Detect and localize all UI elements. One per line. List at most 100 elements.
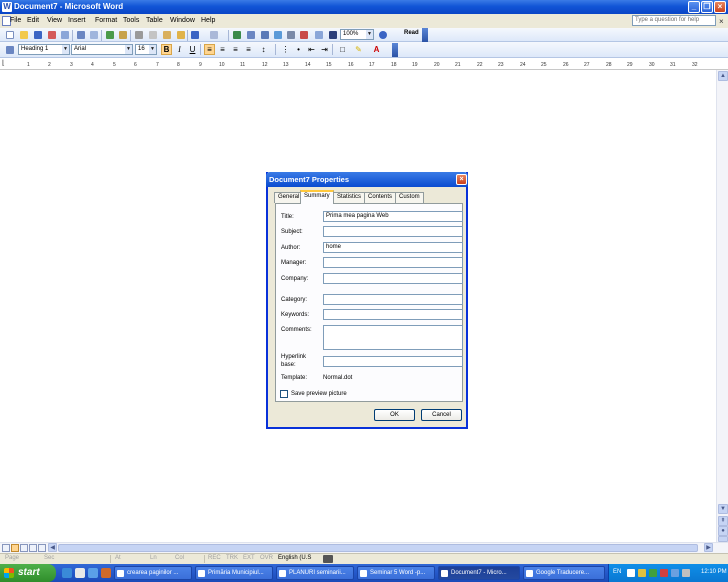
save-icon[interactable] <box>34 31 42 39</box>
task-button[interactable]: PLANURI seminarii... <box>276 566 354 580</box>
previous-page-icon[interactable]: ⇞ <box>718 516 728 526</box>
align-center-button[interactable]: ≡ <box>217 44 228 55</box>
cut-icon[interactable] <box>135 31 143 39</box>
task-button[interactable]: Primăria Municipiul... <box>195 566 273 580</box>
menu-insert[interactable]: Insert <box>68 17 86 24</box>
tab-summary[interactable]: Summary <box>300 190 334 204</box>
menu-window[interactable]: Window <box>170 17 195 24</box>
toolbar-options-icon[interactable] <box>392 43 398 57</box>
scroll-right-icon[interactable]: ▶ <box>704 543 713 552</box>
chevron-down-icon[interactable]: ▼ <box>62 45 69 54</box>
horizontal-scroll-thumb[interactable] <box>58 544 698 552</box>
tab-statistics[interactable]: Statistics <box>333 192 366 203</box>
help-icon[interactable] <box>379 31 387 39</box>
start-button[interactable]: start <box>0 564 56 582</box>
insert-table-icon[interactable] <box>261 31 269 39</box>
bullets-button[interactable]: • <box>293 44 304 55</box>
permission-icon[interactable] <box>48 31 56 39</box>
chevron-down-icon[interactable]: ▼ <box>125 45 132 54</box>
show-hide-icon[interactable] <box>329 31 337 39</box>
read-button[interactable]: Read <box>396 30 419 40</box>
italic-button[interactable]: I <box>174 44 185 55</box>
menu-format[interactable]: Format <box>95 17 117 24</box>
keywords-field[interactable] <box>323 309 463 320</box>
font-size-combo[interactable]: 16 ▼ <box>135 44 157 55</box>
vertical-scrollbar[interactable]: ▲ ▼ ⇞ ● <box>716 70 728 542</box>
scroll-up-icon[interactable]: ▲ <box>718 71 728 81</box>
status-ext[interactable]: EXT <box>243 555 255 561</box>
dialog-close-icon[interactable]: × <box>456 174 467 185</box>
toolbar-options-icon[interactable] <box>422 28 428 42</box>
quicklaunch-media-icon[interactable] <box>101 568 111 578</box>
font-combo[interactable]: Arial ▼ <box>71 44 133 55</box>
manager-field[interactable] <box>323 257 463 268</box>
clock[interactable]: 12:10 PM <box>701 569 727 575</box>
subject-field[interactable] <box>323 226 463 237</box>
print-layout-icon[interactable] <box>20 544 28 552</box>
menu-file[interactable]: File <box>10 17 21 24</box>
drawing-icon[interactable] <box>300 31 308 39</box>
tray-icon[interactable] <box>660 569 668 577</box>
restore-button[interactable]: ❐ <box>701 1 713 13</box>
category-field[interactable] <box>323 294 463 305</box>
title-field[interactable]: Prima mea pagina Web <box>323 211 463 222</box>
undo-icon[interactable] <box>191 31 199 39</box>
quicklaunch-desktop-icon[interactable] <box>75 568 85 578</box>
paste-icon[interactable] <box>163 31 171 39</box>
align-left-button[interactable]: ≡ <box>204 44 215 55</box>
hyperlink-base-field[interactable] <box>323 356 463 367</box>
tray-icon[interactable] <box>671 569 679 577</box>
tab-selector-icon[interactable]: ⌊ <box>2 59 5 67</box>
minimize-button[interactable]: _ <box>688 1 700 13</box>
scroll-left-icon[interactable]: ◀ <box>48 543 57 552</box>
status-ovr[interactable]: OVR <box>260 555 273 561</box>
scroll-down-icon[interactable]: ▼ <box>718 504 728 514</box>
volume-icon[interactable] <box>682 569 690 577</box>
cancel-button[interactable]: Cancel <box>421 409 462 421</box>
chevron-down-icon[interactable]: ▼ <box>366 30 373 39</box>
outline-view-icon[interactable] <box>29 544 37 552</box>
status-language[interactable]: English (U.S <box>278 555 311 561</box>
print-preview-icon[interactable] <box>90 31 98 39</box>
highlight-button[interactable]: ✎ <box>353 44 364 55</box>
line-spacing-button[interactable]: ↕ <box>258 44 269 55</box>
tables-borders-icon[interactable] <box>247 31 255 39</box>
menu-edit[interactable]: Edit <box>27 17 39 24</box>
quicklaunch-browser-icon[interactable] <box>62 568 72 578</box>
spelling-icon[interactable] <box>106 31 114 39</box>
increase-indent-button[interactable]: ⇥ <box>319 44 330 55</box>
browse-object-icon[interactable]: ● <box>718 526 728 536</box>
tab-contents[interactable]: Contents <box>364 192 397 203</box>
format-painter-icon[interactable] <box>177 31 185 39</box>
columns-icon[interactable] <box>287 31 295 39</box>
dialog-title-bar[interactable]: Document7 Properties × <box>266 172 468 187</box>
tray-icon[interactable] <box>638 569 646 577</box>
language-indicator[interactable]: EN <box>613 569 621 575</box>
menu-tools[interactable]: Tools <box>123 17 139 24</box>
help-search-input[interactable]: Type a question for help <box>632 15 716 26</box>
insert-excel-icon[interactable] <box>274 31 282 39</box>
save-preview-checkbox[interactable] <box>280 390 288 398</box>
tab-custom[interactable]: Custom <box>395 192 424 203</box>
tray-icon[interactable] <box>627 569 635 577</box>
borders-button[interactable]: □ <box>337 44 348 55</box>
menu-help[interactable]: Help <box>201 17 215 24</box>
print-icon[interactable] <box>77 31 85 39</box>
zoom-combo[interactable]: 100% ▼ <box>340 29 374 40</box>
status-rec[interactable]: REC <box>208 555 221 561</box>
underline-button[interactable]: U <box>187 44 198 55</box>
status-trk[interactable]: TRK <box>226 555 238 561</box>
task-button[interactable]: Google Traducere... <box>523 566 605 580</box>
menu-table[interactable]: Table <box>146 17 163 24</box>
font-color-button[interactable]: A <box>371 44 382 55</box>
open-icon[interactable] <box>20 31 28 39</box>
ok-button[interactable]: OK <box>374 409 415 421</box>
author-field[interactable]: home <box>323 242 463 253</box>
styles-formatting-icon[interactable] <box>6 46 14 54</box>
email-icon[interactable] <box>61 31 69 39</box>
document-map-icon[interactable] <box>315 31 323 39</box>
word-app-icon[interactable]: W <box>2 2 12 12</box>
tray-icon[interactable] <box>649 569 657 577</box>
task-button[interactable]: Seminar 5 Word -p... <box>357 566 435 580</box>
chevron-down-icon[interactable]: ▼ <box>149 45 156 54</box>
